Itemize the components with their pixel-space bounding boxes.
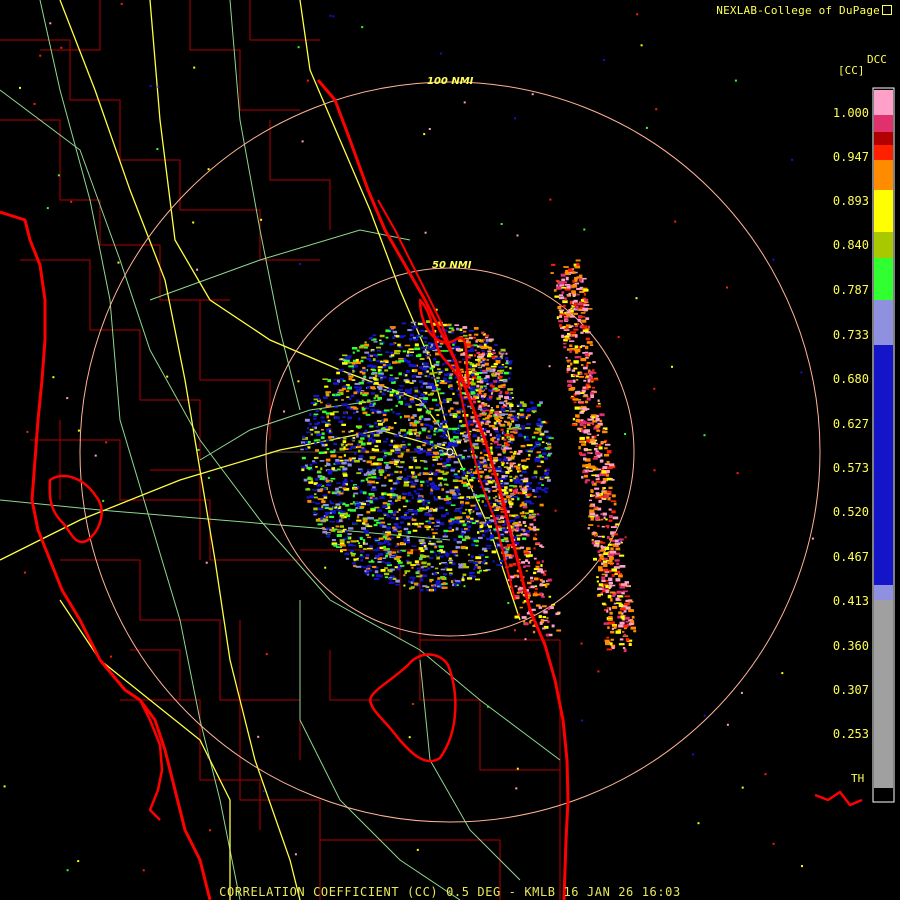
ring-label-50-nmi: 50 NMI	[432, 260, 472, 271]
product-unit: [CC]	[838, 64, 865, 77]
legend-label: 0.413	[832, 594, 869, 608]
legend-label: 0.307	[832, 683, 869, 697]
color-scale-band	[874, 585, 893, 600]
legend-label: 0.573	[832, 461, 869, 475]
color-scale-band	[874, 145, 893, 160]
threshold-label: TH	[851, 772, 865, 785]
lake-okeechobee	[368, 653, 457, 763]
legend-label: 0.253	[832, 727, 869, 741]
radar-site-marker	[446, 448, 454, 456]
legend-label: 0.680	[832, 372, 869, 386]
legend-label: 0.627	[832, 417, 869, 431]
color-scale-band	[874, 115, 893, 132]
ring-label-100-nmi: 100 NMI	[427, 76, 474, 87]
color-scale-band	[874, 600, 893, 788]
color-scale-band	[874, 132, 893, 145]
legend-label: 0.840	[832, 238, 869, 252]
color-scale-band	[874, 788, 893, 800]
color-scale-band	[874, 300, 893, 345]
key-coastline	[814, 790, 863, 807]
legend-label: 0.947	[832, 150, 869, 164]
legend-label: 0.733	[832, 328, 869, 342]
gulf-coastline	[0, 210, 212, 900]
color-scale-band	[874, 345, 893, 585]
charlotte-harbor	[138, 699, 164, 821]
color-scale	[872, 87, 895, 803]
legend-label: 0.787	[832, 283, 869, 297]
color-scale-band	[874, 258, 893, 300]
legend-label: 0.520	[832, 505, 869, 519]
color-scale-band	[874, 90, 893, 115]
color-scale-band	[874, 232, 893, 258]
logo-icon	[882, 5, 892, 15]
legend-label: 0.893	[832, 194, 869, 208]
legend-label: 0.360	[832, 639, 869, 653]
credit-label: NEXLAB-College of DuPage	[716, 4, 892, 17]
legend-label: 1.000	[832, 106, 869, 120]
color-scale-band	[874, 160, 893, 190]
legend-label: 0.467	[832, 550, 869, 564]
color-scale-band	[874, 190, 893, 232]
radar-map: 100 NMI 50 NMI	[0, 0, 895, 900]
product-title: CORRELATION COEFFICIENT (CC) 0.5 DEG - K…	[219, 885, 681, 899]
product-code: DCC	[867, 53, 887, 66]
